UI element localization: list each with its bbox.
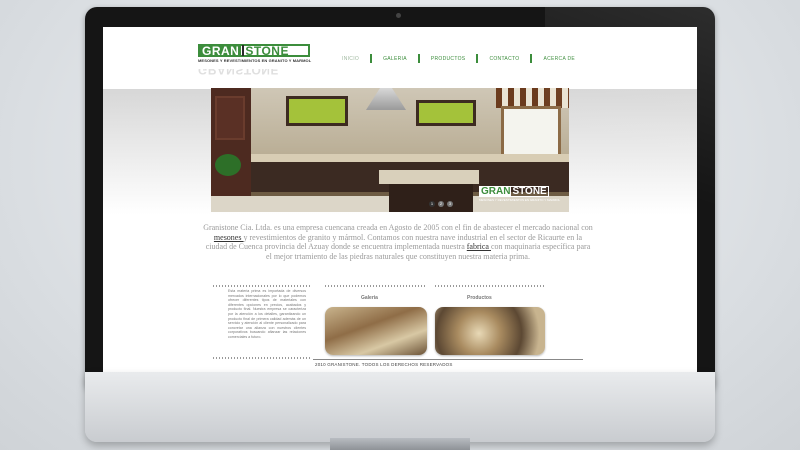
island-countertop bbox=[379, 170, 479, 184]
productos-thumbnail[interactable] bbox=[435, 307, 545, 355]
galeria-label: Galeria bbox=[361, 295, 378, 301]
granite-countertop bbox=[251, 154, 569, 162]
slider-dot-2[interactable]: 2 bbox=[438, 201, 444, 207]
nav-item-inicio[interactable]: INICIO bbox=[331, 56, 370, 62]
nav-item-galeria[interactable]: GALERIA bbox=[372, 56, 418, 62]
watermark-part-gran: GRAN bbox=[480, 185, 512, 197]
site-logo[interactable]: GRAN STONE MESONES Y REVESTIMIENTOS EN G… bbox=[198, 44, 312, 63]
footer-copyright: 2010 GRANISTONE. TODOS LOS DERECHOS RESE… bbox=[315, 362, 453, 367]
island-base bbox=[389, 184, 473, 212]
intro-text-1: Granistone Cia. Ltda. es una empresa cue… bbox=[203, 223, 593, 232]
monitor-stand bbox=[330, 438, 470, 450]
logo-separator bbox=[242, 45, 245, 56]
kitchen-green-shelf bbox=[416, 100, 476, 126]
productos-label: Productos bbox=[467, 295, 492, 301]
stitch-divider bbox=[325, 285, 427, 287]
nav-item-productos[interactable]: PRODUCTOS bbox=[420, 56, 477, 62]
logo-reflection: GRANSTONE bbox=[198, 69, 310, 79]
hero-watermark-logo: GRAN STONE bbox=[479, 186, 549, 197]
nav-item-contacto[interactable]: CONTACTO bbox=[478, 56, 530, 62]
site-header: GRAN STONE MESONES Y REVESTIMIENTOS EN G… bbox=[103, 27, 697, 87]
logo-reflection-text-2: STONE bbox=[235, 69, 279, 77]
monitor-chin bbox=[85, 372, 715, 442]
logo-wordmark: GRAN STONE bbox=[198, 44, 310, 57]
kitchen-door bbox=[215, 96, 245, 140]
window-curtain bbox=[496, 88, 569, 108]
galeria-thumbnail[interactable] bbox=[325, 307, 427, 355]
slider-dot-1[interactable]: 1 bbox=[429, 201, 435, 207]
footer-divider bbox=[313, 359, 583, 360]
stitch-divider bbox=[435, 285, 545, 287]
logo-reflection-text: GRAN bbox=[198, 69, 236, 77]
slider-dot-3[interactable]: 3 bbox=[447, 201, 453, 207]
logo-tagline: MESONES Y REVESTIMIENTOS EN GRANITO Y MA… bbox=[198, 58, 312, 63]
watermark-part-stone: STONE bbox=[512, 185, 547, 197]
webcam-icon bbox=[396, 13, 401, 18]
company-description: Esta materia prima es importada de diver… bbox=[228, 289, 306, 339]
stitch-divider bbox=[213, 285, 310, 287]
main-nav: INICIO GALERIA PRODUCTOS CONTACTO ACERCA… bbox=[331, 54, 586, 63]
logo-part-stone: STONE bbox=[245, 43, 289, 58]
watermark-tagline: MESONES Y REVESTIMIENTOS EN GRANITO Y MA… bbox=[479, 198, 561, 202]
nav-item-acerca-de[interactable]: ACERCA DE bbox=[532, 56, 586, 62]
mesones-link[interactable]: mesones bbox=[214, 233, 244, 242]
kitchen-green-panel bbox=[286, 96, 348, 126]
monitor-bezel: GRAN STONE MESONES Y REVESTIMIENTOS EN G… bbox=[85, 7, 715, 393]
intro-paragraph: Granistone Cia. Ltda. es una empresa cue… bbox=[203, 223, 593, 261]
website-screen: GRAN STONE MESONES Y REVESTIMIENTOS EN G… bbox=[103, 27, 697, 372]
hero-slider-image[interactable]: GRAN STONE MESONES Y REVESTIMIENTOS EN G… bbox=[211, 88, 569, 212]
stitch-divider bbox=[213, 357, 310, 359]
plant-decoration bbox=[215, 154, 241, 176]
slider-pagination: 1 2 3 bbox=[429, 201, 453, 207]
logo-part-gran: GRAN bbox=[200, 43, 242, 58]
fabrica-link[interactable]: fabrica bbox=[467, 242, 491, 251]
